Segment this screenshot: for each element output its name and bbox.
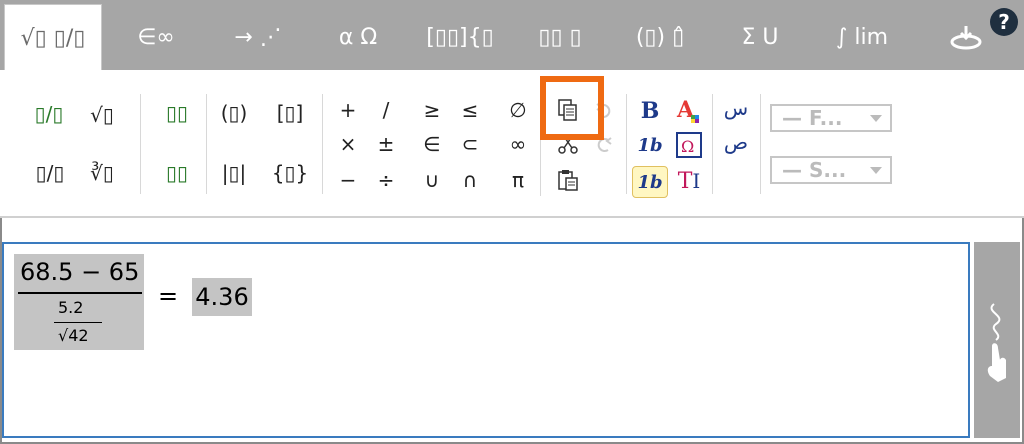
- equals-sign: =: [158, 282, 179, 310]
- size-select[interactable]: — S...: [770, 156, 892, 184]
- tab-integrals-limits[interactable]: ∫ lim: [814, 4, 910, 70]
- leq-button[interactable]: ≤: [456, 96, 484, 124]
- subscript-button[interactable]: ▯▯: [160, 158, 194, 188]
- help-icon[interactable]: ?: [990, 8, 1018, 36]
- handwriting-panel[interactable]: [974, 242, 1020, 438]
- inner-numerator[interactable]: 5.2: [58, 298, 83, 317]
- fraction-bar: [18, 292, 142, 294]
- toolbar-ribbon: ▯/▯ √▯ ▯/▯ ∛▯ ▯▯ ▯▯ (▯) [▯] |▯| {▯} + / …: [0, 70, 1024, 218]
- focus-highlight: [540, 76, 604, 140]
- math-mode-button[interactable]: 1b: [632, 166, 668, 198]
- intersection-button[interactable]: ∩: [456, 166, 484, 194]
- font-select-value: — F...: [782, 106, 843, 130]
- tab-greek[interactable]: α Ω: [310, 4, 406, 70]
- ribbon-divider: [0, 216, 1024, 218]
- font-select[interactable]: — F...: [770, 104, 892, 132]
- size-select-value: — S...: [782, 158, 847, 182]
- tab-accents[interactable]: (▯) ▯̂: [612, 4, 708, 70]
- handwriting-icon: [987, 303, 1006, 382]
- arabic-rtl-button[interactable]: ص: [718, 128, 754, 156]
- division-button[interactable]: ÷: [372, 166, 400, 194]
- tab-arrows[interactable]: → ⋰: [210, 4, 306, 70]
- bold-button[interactable]: B: [636, 96, 664, 126]
- paste-icon[interactable]: [554, 166, 582, 194]
- separator: [322, 94, 323, 194]
- ring-icon: [950, 26, 982, 50]
- nth-root-button[interactable]: ∛▯: [80, 156, 124, 190]
- brackets-button[interactable]: [▯]: [270, 98, 310, 128]
- times-button[interactable]: ×: [334, 130, 362, 158]
- tab-sets-infinity[interactable]: ∈∞: [108, 4, 204, 70]
- tab-scripts[interactable]: ▯▯ ▯: [512, 4, 608, 70]
- text-mode-button[interactable]: TI: [674, 166, 704, 196]
- divide-slash-button[interactable]: /: [372, 96, 400, 124]
- equation-editor[interactable]: 68.5 − 65 5.2 √42 = 4.36: [2, 242, 970, 438]
- geq-button[interactable]: ≥: [418, 96, 446, 124]
- special-char-icon[interactable]: Ω: [674, 130, 704, 160]
- outer-fraction[interactable]: 68.5 − 65 5.2 √42: [14, 254, 144, 350]
- separator: [140, 94, 141, 194]
- separator: [712, 94, 713, 194]
- minus-button[interactable]: −: [334, 166, 362, 194]
- italic-number-button[interactable]: 1b: [634, 130, 666, 160]
- chevron-down-icon: [870, 115, 882, 122]
- union-button[interactable]: ∪: [418, 166, 446, 194]
- element-of-button[interactable]: ∈: [418, 130, 446, 158]
- chevron-down-icon: [870, 167, 882, 174]
- svg-text:Ω: Ω: [681, 137, 694, 156]
- superscript-button[interactable]: ▯▯: [160, 98, 194, 128]
- absolute-value-button[interactable]: |▯|: [214, 158, 254, 188]
- text-mode-label: T: [677, 168, 693, 194]
- tab-bar: √▯ ▯/▯ ∈∞ → ⋰ α Ω [▯▯]{▯ ▯▯ ▯ (▯) ▯̂ Σ U…: [0, 0, 1024, 71]
- inner-denominator[interactable]: √42: [58, 326, 89, 345]
- empty-set-button[interactable]: ∅: [504, 96, 532, 124]
- separator: [626, 94, 627, 194]
- result-value[interactable]: 4.36: [192, 278, 252, 316]
- fraction-button[interactable]: ▯/▯: [34, 96, 64, 132]
- tab-matrices[interactable]: [▯▯]{▯: [412, 4, 508, 70]
- plus-button[interactable]: +: [334, 96, 362, 124]
- slash-fraction-button[interactable]: ▯/▯: [30, 156, 70, 190]
- arabic-ltr-button[interactable]: س: [718, 94, 754, 122]
- separator: [206, 94, 207, 194]
- infinity-button[interactable]: ∞: [504, 130, 532, 158]
- subset-button[interactable]: ⊂: [456, 130, 484, 158]
- sqrt-button[interactable]: √▯: [80, 100, 124, 130]
- plus-minus-button[interactable]: ±: [372, 130, 400, 158]
- parentheses-button[interactable]: (▯): [214, 98, 254, 128]
- separator: [760, 94, 761, 194]
- braces-button[interactable]: {▯}: [270, 158, 310, 188]
- inner-fraction-bar: [54, 322, 102, 323]
- tab-fractions-roots[interactable]: √▯ ▯/▯: [4, 4, 102, 71]
- tab-sum-union[interactable]: Σ U: [712, 4, 808, 70]
- fraction-numerator[interactable]: 68.5 − 65: [20, 258, 139, 286]
- pi-button[interactable]: π: [504, 166, 532, 194]
- text-color-icon[interactable]: A: [674, 96, 704, 126]
